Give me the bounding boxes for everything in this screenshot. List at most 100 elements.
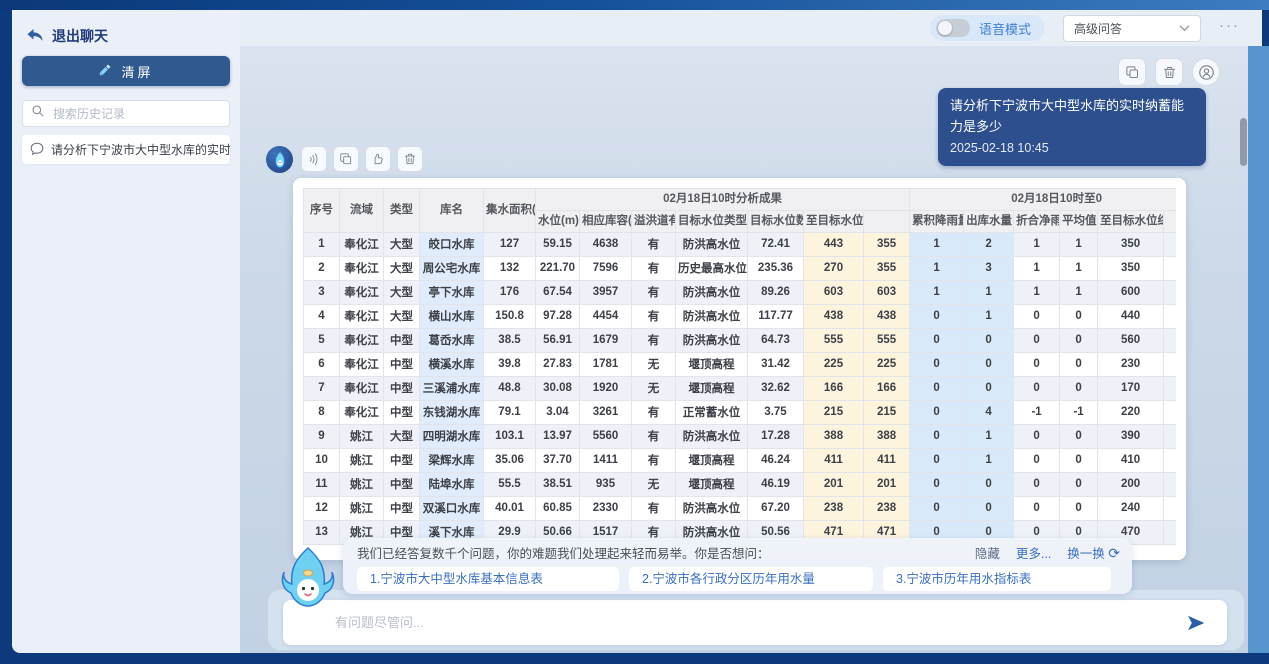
table-cell: 388	[804, 424, 864, 448]
table-cell	[1164, 328, 1176, 352]
suggestion-chip[interactable]: 3.宁波市历年用水指标表	[883, 567, 1111, 591]
table-cell: 有	[632, 256, 676, 280]
table-cell: 4	[304, 304, 340, 328]
table-cell: 0	[1014, 304, 1060, 328]
question-input[interactable]	[335, 615, 1185, 630]
table-header: 出库水量	[964, 210, 1014, 232]
table-cell: 中型	[384, 496, 420, 520]
delete-button[interactable]	[1155, 58, 1183, 86]
table-cell: 大型	[384, 280, 420, 304]
suggestion-chip[interactable]: 2.宁波市各行政分区历年用水量	[629, 567, 873, 591]
table-cell: 440	[1098, 304, 1164, 328]
table-cell: 陆埠水库	[420, 472, 484, 496]
table-cell: 355	[864, 232, 910, 256]
table-cell: 0	[910, 472, 964, 496]
shuffle-link[interactable]: 换一换 ⟳	[1067, 543, 1120, 562]
table-cell: 有	[632, 448, 676, 472]
table-cell: 有	[632, 496, 676, 520]
more-link[interactable]: 更多...	[1016, 543, 1051, 562]
answer-mode-select[interactable]: 高级问答	[1063, 15, 1201, 42]
table-cell: 7	[304, 376, 340, 400]
table-cell: 35.06	[484, 448, 536, 472]
table-cell: 72.41	[748, 232, 804, 256]
table-cell: 200	[1098, 472, 1164, 496]
table-cell: 1	[1060, 280, 1098, 304]
table-cell: 中型	[384, 448, 420, 472]
table-cell: 10	[304, 448, 340, 472]
clear-screen-button[interactable]: 清屏	[22, 56, 230, 86]
table-cell: 13	[304, 520, 340, 544]
table-cell: 38.51	[536, 472, 580, 496]
table-cell: 防洪高水位	[676, 424, 748, 448]
table-cell: 37.70	[536, 448, 580, 472]
table-cell: 梁辉水库	[420, 448, 484, 472]
table-cell: 奉化江	[340, 400, 384, 424]
table-cell: 奉化江	[340, 256, 384, 280]
read-aloud-button[interactable]	[301, 146, 327, 172]
back-arrow-icon	[26, 27, 44, 46]
table-cell: 4454	[580, 304, 632, 328]
table-cell: 170	[1098, 376, 1164, 400]
table-cell: 230	[1098, 352, 1164, 376]
toggle-track-icon[interactable]	[936, 19, 970, 37]
table-cell: 270	[804, 256, 864, 280]
table-cell: 238	[804, 496, 864, 520]
table-cell: 0	[964, 376, 1014, 400]
search-input[interactable]	[53, 107, 221, 121]
table-cell: 无	[632, 376, 676, 400]
table-header: 平均值	[1060, 210, 1098, 232]
table-cell: 1	[964, 448, 1014, 472]
table-group-header: 02月18日10时分析成果	[536, 189, 910, 211]
exit-chat-button[interactable]: 退出聊天	[22, 22, 230, 56]
table-cell	[1164, 520, 1176, 544]
delete-response-button[interactable]	[397, 146, 423, 172]
vertical-scrollbar[interactable]	[1240, 118, 1247, 166]
table-row: 7奉化江中型三溪浦水库48.830.081920无堰顶高程32.62166166…	[304, 376, 1177, 400]
table-cell: 1679	[580, 328, 632, 352]
table-cell: 横溪水库	[420, 352, 484, 376]
copy-button[interactable]	[1118, 58, 1146, 86]
suggestion-chip[interactable]: 1.宁波市大中型水库基本信息表	[357, 567, 619, 591]
table-scroll-area[interactable]: 序号流域类型库名集水面积(km²)02月18日10时分析成果02月18日10时至…	[303, 188, 1176, 550]
history-item[interactable]: 请分析下宁波市大中型水库的实时...	[22, 135, 230, 164]
table-cell: 0	[1014, 472, 1060, 496]
suggestion-intro: 我们已经答复数千个问题，你的难题我们处理起来轻而易举。你是否想问：	[357, 543, 770, 562]
table-cell: 双溪口水库	[420, 496, 484, 520]
table-cell: 32.62	[748, 376, 804, 400]
brush-icon	[98, 62, 113, 80]
send-button[interactable]	[1185, 613, 1207, 633]
table-row: 1奉化江大型皎口水库12759.154638有防洪高水位72.414433551…	[304, 232, 1177, 256]
voice-mode-toggle[interactable]: 语音模式	[930, 15, 1045, 41]
copy-response-button[interactable]	[333, 146, 359, 172]
table-cell: 0	[910, 352, 964, 376]
table-cell: 0	[964, 352, 1014, 376]
more-menu-button[interactable]: ···	[1219, 17, 1240, 40]
table-cell: 有	[632, 304, 676, 328]
table-cell: 0	[1060, 328, 1098, 352]
table-cell: 1	[1014, 280, 1060, 304]
table-cell: 0	[964, 328, 1014, 352]
table-cell: 225	[804, 352, 864, 376]
table-cell: 0	[910, 496, 964, 520]
table-cell: 3.04	[536, 400, 580, 424]
table-cell: 1	[1014, 256, 1060, 280]
table-cell: 0	[1060, 352, 1098, 376]
table-cell: 四明湖水库	[420, 424, 484, 448]
table-cell: 127	[484, 232, 536, 256]
table-cell: 5560	[580, 424, 632, 448]
assistant-face-button[interactable]	[1192, 58, 1220, 86]
table-cell: 横山水库	[420, 304, 484, 328]
message-actions	[1118, 58, 1220, 86]
table-cell: 0	[1060, 496, 1098, 520]
table-cell: 46.24	[748, 448, 804, 472]
table-cell: 0	[964, 472, 1014, 496]
table-cell: 1	[964, 304, 1014, 328]
table-cell: 1411	[580, 448, 632, 472]
thumbs-up-button[interactable]	[365, 146, 391, 172]
sidebar: 退出聊天 清屏 请分析下宁波市大中型水库的实时...	[12, 10, 240, 653]
table-header: 至目标水位综合纳蓄能力	[1098, 210, 1164, 232]
table-cell: 中型	[384, 376, 420, 400]
hide-link[interactable]: 隐藏	[975, 543, 1000, 562]
history-item-label: 请分析下宁波市大中型水库的实时...	[51, 141, 230, 158]
table-cell: 30.08	[536, 376, 580, 400]
